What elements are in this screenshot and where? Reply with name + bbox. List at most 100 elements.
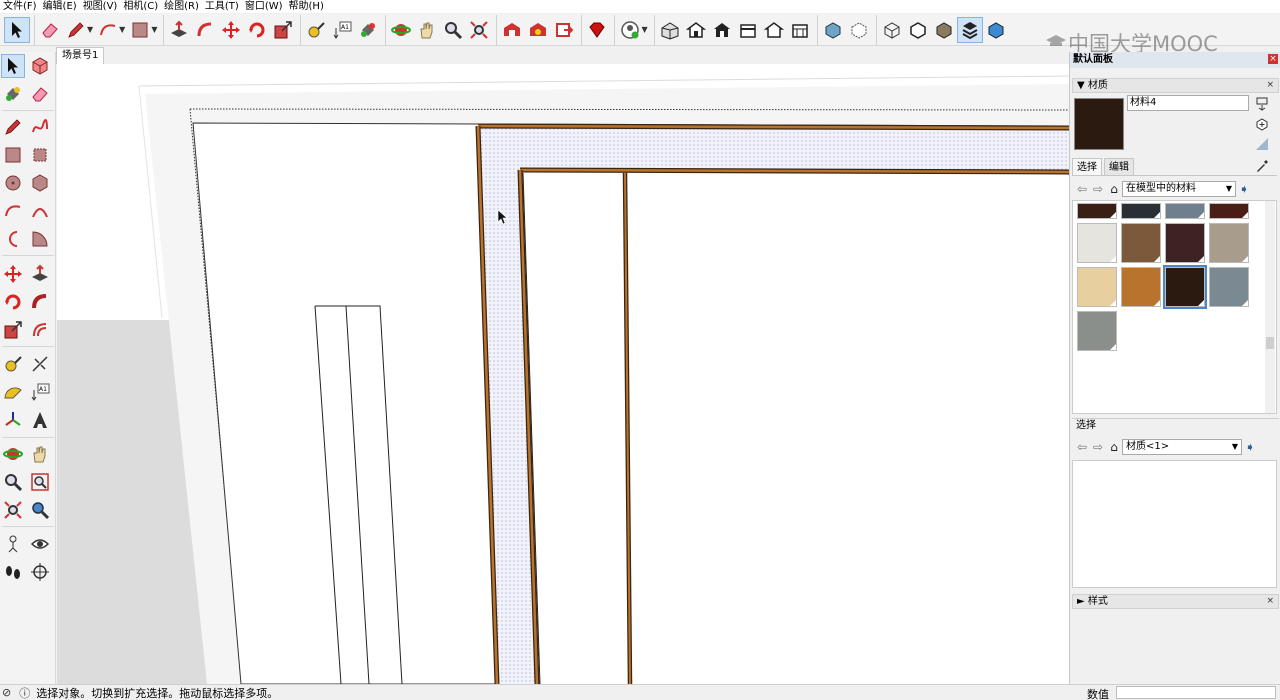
right-view-button[interactable] [735,17,761,43]
menu-tools[interactable]: 工具(T) [202,0,242,13]
material-swatch[interactable] [1163,265,1207,309]
lt-dimension-button[interactable] [28,352,52,376]
rotate-tool-button[interactable] [244,17,270,43]
material-swatch[interactable] [1121,223,1161,263]
tray-close-icon[interactable]: × [1268,54,1278,64]
menu-window[interactable]: 窗口(W) [242,0,286,13]
pan-tool-button[interactable] [414,17,440,43]
lt-protractor-button[interactable] [1,380,25,404]
details-arrow-icon[interactable]: ➧ [1242,439,1258,455]
lt-walk-button[interactable] [1,560,25,584]
text-tool-button[interactable]: A1 [329,17,355,43]
zoom-tool-button[interactable] [440,17,466,43]
section-close-icon[interactable]: × [1266,595,1274,608]
select-tool-button[interactable] [4,16,30,43]
lt-section-plane-button[interactable] [28,560,52,584]
menu-camera[interactable]: 相机(C) [120,0,161,13]
material-swatch[interactable] [1209,223,1249,263]
shaded-style-button[interactable] [931,17,957,43]
styles-section-header[interactable]: ► 样式 × [1072,594,1279,609]
lt-rectangle-button[interactable] [1,143,25,167]
sample-paint-button[interactable] [1254,158,1270,174]
model-viewport[interactable] [57,64,1069,684]
tab-edit[interactable]: 编辑 [1104,158,1134,175]
extension-warehouse-button[interactable] [525,17,551,43]
menu-edit[interactable]: 编辑(E) [40,0,80,13]
move-tool-button[interactable] [218,17,244,43]
material-swatch[interactable] [1165,223,1205,263]
lt-3point-arc-button[interactable] [1,227,25,251]
material-swatch[interactable] [1077,267,1117,307]
lt-select-button[interactable] [1,54,25,78]
material-swatch[interactable] [1121,203,1161,219]
material-swatch[interactable] [1077,223,1117,263]
left-view-button[interactable] [787,17,813,43]
menu-help[interactable]: 帮助(H) [286,0,327,13]
lt-2point-arc-button[interactable] [28,199,52,223]
lt-circle-button[interactable] [1,171,25,195]
in-model-home-icon[interactable]: ⌂ [1106,181,1122,197]
wireframe-style-button[interactable] [879,17,905,43]
lt-paint-button[interactable] [1,82,25,106]
lt-move-button[interactable] [1,262,25,286]
geo-location-icon[interactable]: ⊘ [2,686,11,699]
home-icon[interactable]: ⌂ [1106,439,1122,455]
lt-orbit-button[interactable] [1,442,25,466]
default-material-button[interactable] [1254,136,1270,152]
lt-zoom-extents-button[interactable] [1,498,25,522]
tab-select[interactable]: 选择 [1072,158,1102,175]
lt-scale-button[interactable] [1,318,25,342]
lt-make-component-button[interactable] [28,54,52,78]
back-arrow-icon[interactable]: ⇦ [1074,181,1090,197]
menu-draw[interactable]: 绘图(R) [161,0,202,13]
display-secondary-pane-button[interactable] [1254,96,1270,112]
lt-pan-button[interactable] [28,442,52,466]
scrollbar-thumb[interactable] [1266,337,1274,349]
lt-polygon-button[interactable] [28,171,52,195]
lt-offset-button[interactable] [28,318,52,342]
front-view-button[interactable] [709,17,735,43]
lt-rotate-button[interactable] [1,290,25,314]
lt-pie-button[interactable] [28,227,52,251]
orbit-tool-button[interactable] [388,17,414,43]
xray-style-button[interactable] [820,17,846,43]
account-button[interactable] [617,17,643,43]
back-view-button[interactable] [761,17,787,43]
material-swatch[interactable] [1121,267,1161,307]
lt-tape-button[interactable] [1,352,25,376]
pushpull-tool-button[interactable] [166,17,192,43]
hidden-line-style-button[interactable] [905,17,931,43]
lt-followme-button[interactable] [28,290,52,314]
send-to-layout-button[interactable] [551,17,577,43]
create-material-button[interactable] [1254,116,1270,132]
material-swatch[interactable] [1077,311,1117,351]
swatch-scrollbar[interactable] [1265,201,1275,413]
paint-bucket-tool-button[interactable] [355,17,381,43]
lt-axes-button[interactable] [1,408,25,432]
materials-section-header[interactable]: ▼ 材质 × [1072,78,1279,93]
measurements-input[interactable] [1116,686,1276,699]
zoom-extents-tool-button[interactable] [466,17,492,43]
lt-rotated-rectangle-button[interactable] [28,143,52,167]
menu-file[interactable]: 文件(F) [0,0,40,13]
rectangle-tool-button[interactable] [127,17,153,43]
material-swatch[interactable] [1209,203,1249,219]
material-swatch[interactable] [1209,267,1249,307]
back-arrow-icon[interactable]: ⇦ [1074,439,1090,455]
collection-select[interactable]: 在模型中的材料 ▼ [1122,181,1236,197]
shaded-textures-style-button[interactable] [956,16,983,43]
lt-pushpull-button[interactable] [28,262,52,286]
3d-warehouse-button[interactable] [499,17,525,43]
lt-previous-view-button[interactable] [28,498,52,522]
top-view-button[interactable] [683,17,709,43]
lt-zoom-window-button[interactable] [28,470,52,494]
info-icon[interactable]: ⓘ [19,685,30,700]
eraser-tool-button[interactable] [37,17,63,43]
forward-arrow-icon[interactable]: ⇨ [1090,439,1106,455]
lt-freehand-button[interactable] [28,115,52,139]
lt-arc-button[interactable] [1,199,25,223]
lt-look-around-button[interactable] [28,532,52,556]
material-name-field[interactable]: 材料4 [1127,95,1249,111]
lt-3dtext-button[interactable] [28,408,52,432]
tape-measure-tool-button[interactable] [303,17,329,43]
